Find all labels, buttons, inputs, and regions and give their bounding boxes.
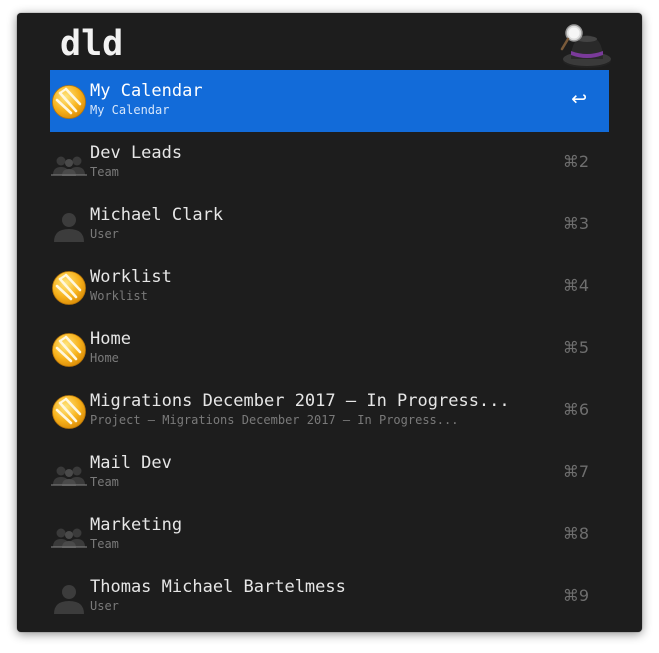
user-icon bbox=[54, 213, 84, 242]
result-subtitle: User bbox=[90, 599, 119, 613]
result-row[interactable]: Mail Dev Team ⌘7 bbox=[50, 442, 609, 504]
result-row[interactable]: Marketing Team ⌘8 bbox=[50, 504, 609, 566]
result-subtitle: Team bbox=[90, 537, 119, 551]
shortcut-hint: ⌘9 bbox=[562, 586, 589, 605]
result-subtitle: Project – Migrations December 2017 – In … bbox=[90, 413, 459, 427]
result-row[interactable]: My Calendar My Calendar ↩ bbox=[50, 70, 609, 132]
alfred-hat-icon[interactable] bbox=[557, 19, 613, 71]
result-row[interactable]: Michael Clark User ⌘3 bbox=[50, 194, 609, 256]
result-subtitle: My Calendar bbox=[90, 103, 170, 117]
result-subtitle: Team bbox=[90, 165, 119, 179]
result-title: Migrations December 2017 – In Progress..… bbox=[90, 391, 510, 411]
project-ball-icon bbox=[52, 395, 86, 429]
result-row[interactable]: Worklist Worklist ⌘4 bbox=[50, 256, 609, 318]
result-subtitle: Worklist bbox=[90, 289, 148, 303]
shortcut-hint: ⌘2 bbox=[562, 152, 589, 171]
result-title: Worklist bbox=[90, 267, 172, 287]
shortcut-hint: ⌘6 bbox=[562, 400, 589, 419]
result-title: Michael Clark bbox=[90, 205, 224, 225]
result-title: Dev Leads bbox=[90, 143, 183, 163]
result-subtitle: User bbox=[90, 227, 119, 241]
team-icon bbox=[51, 528, 87, 548]
shortcut-hint: ⌘7 bbox=[562, 462, 589, 481]
search-query-input[interactable]: dld bbox=[60, 21, 123, 67]
shortcut-hint: ⌘5 bbox=[562, 338, 589, 357]
launcher-window: dld My Calendar My Calendar ↩ Dev Leads Team… bbox=[17, 13, 642, 632]
result-row[interactable]: Thomas Michael Bartelmess User ⌘9 bbox=[50, 566, 609, 628]
result-row[interactable]: Dev Leads Team ⌘2 bbox=[50, 132, 609, 194]
shortcut-hint: ⌘8 bbox=[562, 524, 589, 543]
return-key-hint: ↩ bbox=[571, 88, 587, 110]
project-ball-icon bbox=[52, 333, 86, 367]
shortcut-hint: ⌘3 bbox=[562, 214, 589, 233]
user-icon bbox=[54, 585, 84, 614]
result-title: Mail Dev bbox=[90, 453, 172, 473]
results-list: My Calendar My Calendar ↩ Dev Leads Team ⌘2 Mi… bbox=[50, 70, 609, 628]
team-icon bbox=[51, 466, 87, 486]
result-title: My Calendar bbox=[90, 81, 203, 101]
result-row[interactable]: Home Home ⌘5 bbox=[50, 318, 609, 380]
result-subtitle: Home bbox=[90, 351, 119, 365]
result-row[interactable]: Migrations December 2017 – In Progress..… bbox=[50, 380, 609, 442]
project-ball-icon bbox=[52, 271, 86, 305]
shortcut-hint: ⌘4 bbox=[562, 276, 589, 295]
team-icon bbox=[51, 156, 87, 176]
result-title: Thomas Michael Bartelmess bbox=[90, 577, 346, 597]
result-subtitle: Team bbox=[90, 475, 119, 489]
result-title: Marketing bbox=[90, 515, 183, 535]
project-ball-icon bbox=[52, 85, 86, 119]
result-title: Home bbox=[90, 329, 131, 349]
